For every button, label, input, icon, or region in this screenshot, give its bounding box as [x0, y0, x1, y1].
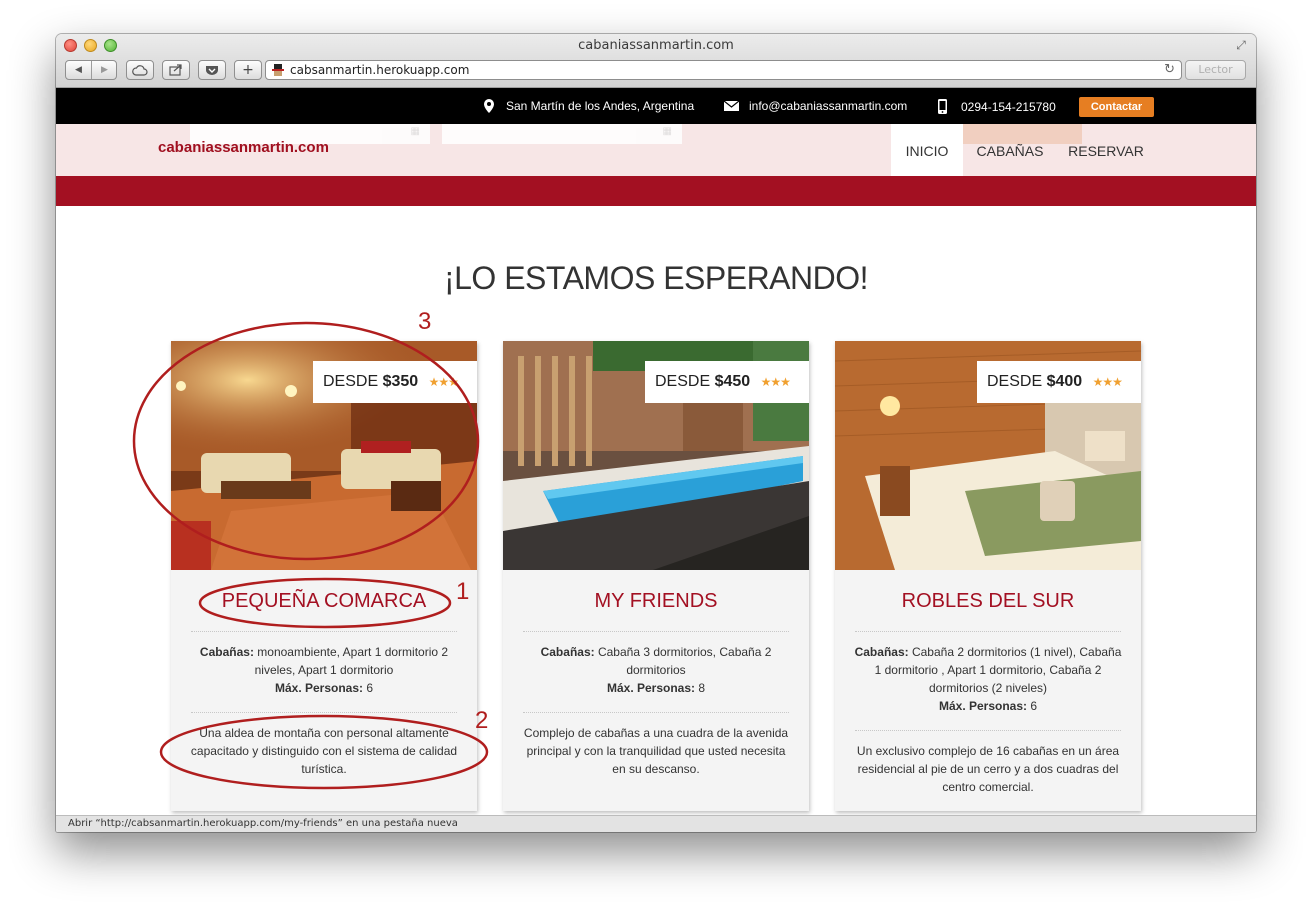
reader-button[interactable]: Lector: [1185, 60, 1246, 80]
pocket-button[interactable]: [198, 60, 226, 80]
email-info: info@cabaniassanmartin.com: [724, 99, 907, 113]
divider: [855, 730, 1121, 731]
contact-button[interactable]: Contactar: [1079, 97, 1154, 117]
divider: [191, 631, 457, 632]
cabin-name[interactable]: MY FRIENDS: [503, 590, 809, 613]
nav-reservar[interactable]: RESERVAR: [1057, 124, 1155, 176]
location-text: San Martín de los Andes, Argentina: [506, 99, 695, 113]
star-rating: ★★★: [428, 375, 459, 389]
calendar-icon: ▦: [410, 126, 420, 137]
site-header: ▦ ▦ cabaniassanmartin.com INICIO CABAÑAS…: [56, 124, 1256, 176]
cabanas-value: Cabaña 2 dormitorios (1 nivel), Cabaña 1…: [874, 645, 1122, 695]
nav-cabanas[interactable]: CABAÑAS: [963, 124, 1057, 176]
cabin-name[interactable]: ROBLES DEL SUR: [835, 590, 1141, 613]
annotation-label-1: 1: [456, 578, 470, 605]
share-button[interactable]: [162, 60, 190, 80]
price-tag: DESDE $400 ★★★: [977, 361, 1141, 403]
header-red-band: [56, 176, 1256, 206]
cabanas-label: Cabañas:: [854, 645, 909, 659]
annotation-label-3: 3: [418, 308, 432, 335]
fullscreen-icon[interactable]: ⤢: [1234, 38, 1248, 52]
cabin-specs: Cabañas: monoambiente, Apart 1 dormitori…: [189, 643, 459, 697]
cabin-card-robles-del-sur[interactable]: DESDE $400 ★★★ ROBLES DEL SUR Cabañas: C…: [835, 341, 1141, 811]
window-title: cabaniassanmartin.com: [578, 38, 734, 53]
star-rating: ★★★: [1092, 375, 1123, 389]
add-tab-button[interactable]: +: [234, 60, 262, 80]
cabin-description: Una aldea de montaña con personal altame…: [190, 726, 458, 776]
location-info: San Martín de los Andes, Argentina: [484, 99, 694, 113]
price-value: $350: [382, 373, 419, 390]
cabin-card-pequena-comarca[interactable]: DESDE $350 ★★★ PEQUEÑA COMARCA Cabañas: …: [171, 341, 477, 811]
personas-label: Máx. Personas:: [938, 699, 1028, 713]
back-forward-button-group: ◀ ▶: [65, 60, 117, 80]
section-title: ¡LO ESTAMOS ESPERANDO!: [443, 260, 869, 296]
cabin-specs: Cabañas: Cabaña 2 dormitorios (1 nivel),…: [853, 643, 1123, 715]
share-icon: [169, 64, 182, 76]
page-viewport: San Martín de los Andes, Argentina info@…: [56, 88, 1256, 832]
price-value: $400: [1046, 373, 1083, 390]
price-tag: DESDE $350 ★★★: [313, 361, 477, 403]
email-link[interactable]: info@cabaniassanmartin.com: [749, 99, 907, 113]
price-tag: DESDE $450 ★★★: [645, 361, 809, 403]
personas-value: 6: [363, 681, 374, 695]
mobile-phone-icon: [938, 99, 947, 114]
cabin-photo-pool[interactable]: DESDE $450 ★★★: [503, 341, 809, 570]
pocket-icon: [206, 66, 218, 75]
site-favicon-icon: [272, 64, 284, 76]
add-tab-icon: +: [242, 62, 254, 78]
forward-icon[interactable]: ▶: [92, 61, 117, 79]
cabanas-label: Cabañas:: [540, 645, 595, 659]
cabanas-label: Cabañas:: [199, 645, 254, 659]
price-prefix: DESDE: [987, 373, 1043, 390]
address-bar[interactable]: cabsanmartin.herokuapp.com ↻: [265, 60, 1182, 80]
divider: [855, 631, 1121, 632]
cabin-photo-bedroom[interactable]: DESDE $400 ★★★: [835, 341, 1141, 570]
personas-label: Máx. Personas:: [274, 681, 364, 695]
cabin-name[interactable]: PEQUEÑA COMARCA: [171, 590, 477, 613]
nav-inicio[interactable]: INICIO: [891, 124, 963, 176]
cloud-icon: [132, 65, 148, 76]
site-logo[interactable]: cabaniassanmartin.com: [158, 139, 329, 156]
browser-toolbar: cabaniassanmartin.com ⤢ ◀ ▶ + cabsanmart…: [56, 34, 1256, 88]
divider: [523, 712, 789, 713]
phone-info: 0294-154-215780: [938, 99, 1056, 114]
back-icon[interactable]: ◀: [66, 61, 91, 79]
url-text[interactable]: cabsanmartin.herokuapp.com: [290, 63, 469, 77]
annotation-label-2: 2: [475, 707, 489, 734]
divider: [523, 631, 789, 632]
status-bar: Abrir “http://cabsanmartin.herokuapp.com…: [56, 815, 1256, 832]
envelope-icon: [724, 101, 739, 111]
cabanas-value: monoambiente, Apart 1 dormitorio 2 nivel…: [253, 645, 449, 677]
cabin-card-my-friends[interactable]: DESDE $450 ★★★ MY FRIENDS Cabañas: Cabañ…: [503, 341, 809, 811]
cabin-photo-living-room[interactable]: DESDE $350 ★★★: [171, 341, 477, 570]
location-pin-icon: [484, 99, 494, 113]
checkout-field-ghost[interactable]: ▦: [442, 124, 682, 144]
price-value: $450: [714, 373, 751, 390]
personas-label: Máx. Personas:: [606, 681, 696, 695]
contact-topbar: San Martín de los Andes, Argentina info@…: [56, 88, 1256, 124]
browser-window: cabaniassanmartin.com ⤢ ◀ ▶ + cabsanmart…: [56, 34, 1256, 832]
personas-value: 6: [1027, 699, 1038, 713]
cloud-tabs-button[interactable]: [126, 60, 154, 80]
price-prefix: DESDE: [655, 373, 711, 390]
reload-icon[interactable]: ↻: [1164, 62, 1175, 77]
cabin-description: Un exclusivo complejo de 16 cabañas en u…: [856, 744, 1120, 794]
cabin-description: Complejo de cabañas a una cuadra de la a…: [523, 726, 789, 776]
price-prefix: DESDE: [323, 373, 379, 390]
phone-text: 0294-154-215780: [961, 99, 1056, 114]
star-rating: ★★★: [760, 375, 791, 389]
personas-value: 8: [695, 681, 706, 695]
cabanas-value: Cabaña 3 dormitorios, Cabaña 2 dormitori…: [594, 645, 772, 677]
cabin-specs: Cabañas: Cabaña 3 dormitorios, Cabaña 2 …: [521, 643, 791, 697]
divider: [191, 712, 457, 713]
calendar-icon: ▦: [662, 126, 672, 137]
